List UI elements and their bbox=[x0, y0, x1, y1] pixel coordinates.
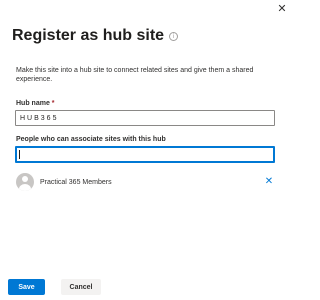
hub-name-input[interactable] bbox=[15, 110, 275, 126]
text-caret bbox=[19, 150, 20, 159]
selected-persona: Practical 365 Members ✕ bbox=[16, 172, 274, 192]
save-button[interactable]: Save bbox=[8, 279, 45, 295]
avatar-head bbox=[22, 176, 28, 182]
close-icon[interactable]: ✕ bbox=[276, 3, 288, 15]
people-label: People who can associate sites with this… bbox=[16, 136, 166, 143]
description-text: Make this site into a hub site to connec… bbox=[16, 67, 254, 83]
people-picker-input[interactable] bbox=[15, 146, 275, 163]
footer-actions: Save Cancel bbox=[8, 279, 101, 295]
required-marker: * bbox=[51, 100, 55, 107]
register-hub-panel: ✕ Register as hub site i Make this site … bbox=[0, 0, 290, 300]
persona-name: Practical 365 Members bbox=[40, 178, 112, 186]
hub-name-label: Hub name * bbox=[16, 100, 55, 107]
page-title: Register as hub site bbox=[12, 27, 165, 44]
person-icon bbox=[16, 173, 34, 191]
avatar-body bbox=[19, 184, 31, 191]
title-row: Register as hub site i bbox=[12, 27, 179, 45]
info-icon[interactable]: i bbox=[169, 31, 179, 41]
cancel-button[interactable]: Cancel bbox=[61, 279, 101, 295]
remove-persona-close-icon[interactable]: ✕ bbox=[264, 177, 274, 187]
hub-name-label-text: Hub name bbox=[16, 100, 50, 107]
